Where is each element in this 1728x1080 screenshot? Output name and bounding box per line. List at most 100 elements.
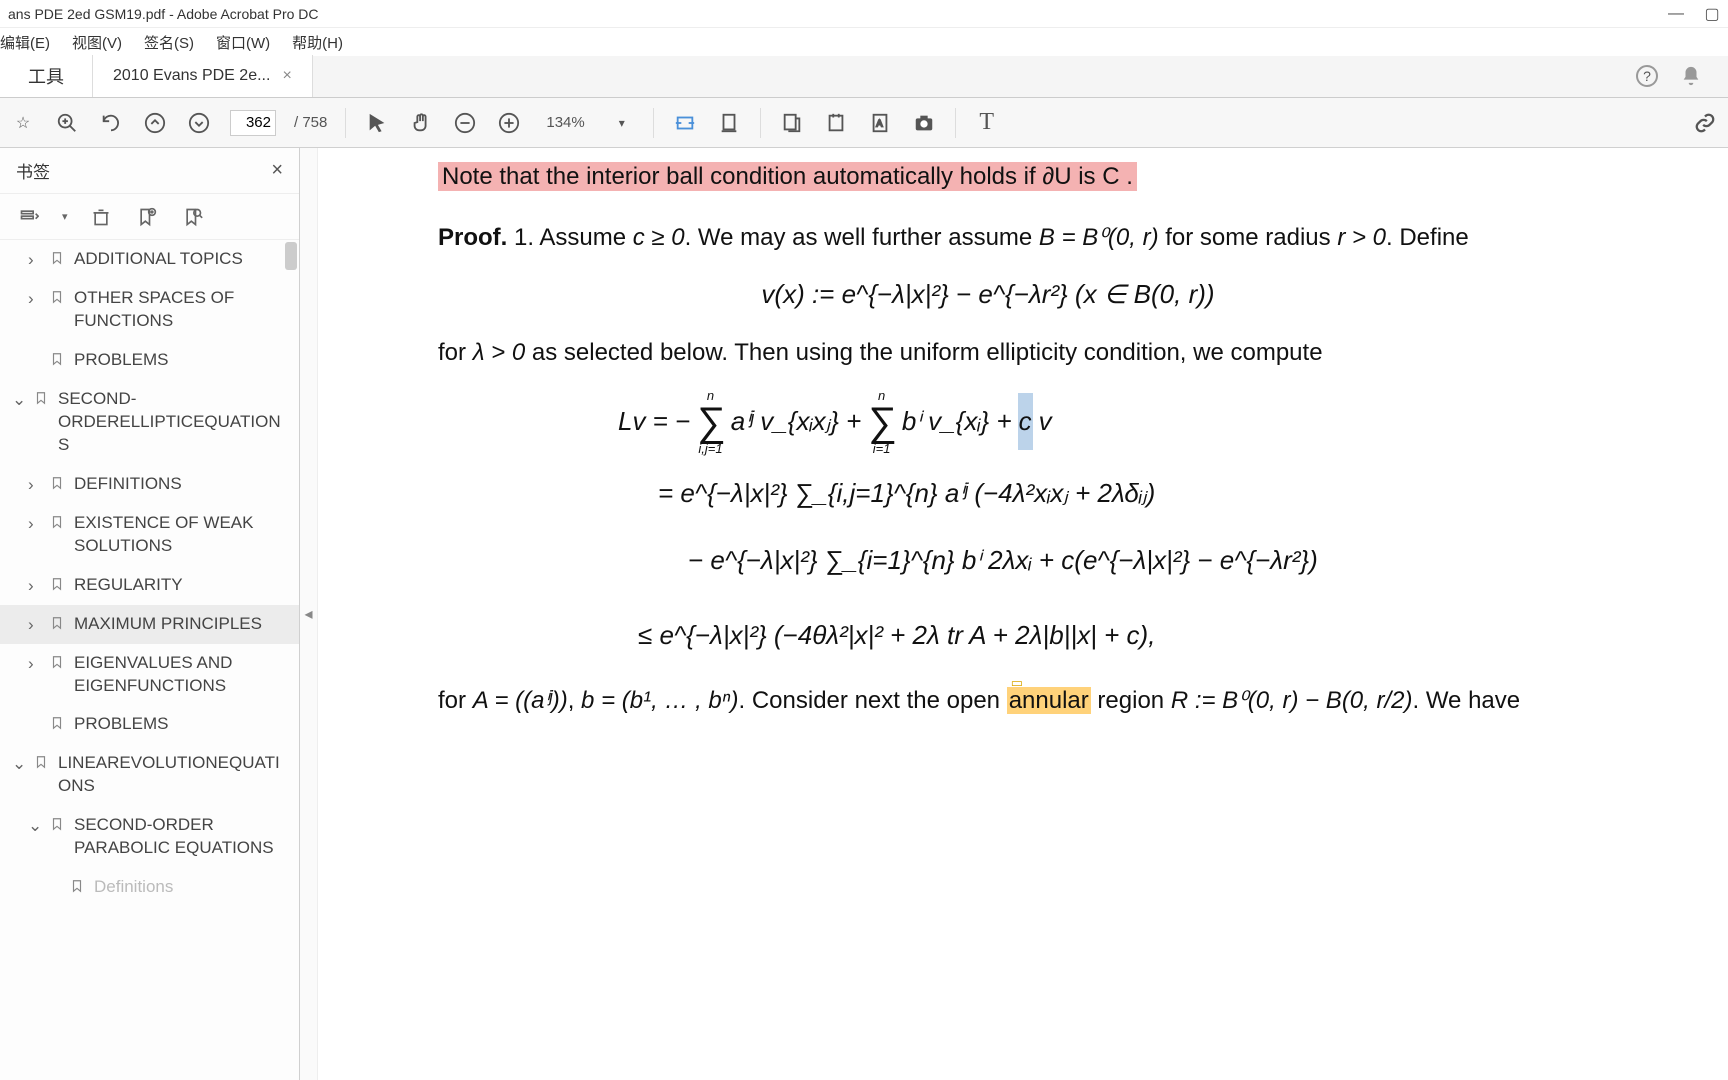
minimize-icon[interactable]: — bbox=[1668, 6, 1684, 22]
highlighted-text: Note that the interior ball condition au… bbox=[438, 162, 1137, 191]
bookmark-label: OTHER SPACES OF FUNCTIONS bbox=[74, 287, 289, 333]
bookmark-options-icon[interactable] bbox=[16, 204, 42, 230]
sidebar-close-icon[interactable]: × bbox=[271, 159, 283, 182]
find-bookmark-icon[interactable] bbox=[180, 204, 206, 230]
math-inline: = e^{−λ|x|²} ∑_{i,j=1}^{n} aⁱʲ (−4λ²xᵢxⱼ… bbox=[658, 465, 1538, 522]
fit-width-icon[interactable] bbox=[672, 110, 698, 136]
expand-arrow-icon[interactable]: › bbox=[28, 654, 42, 674]
window-titlebar: ans PDE 2ed GSM19.pdf - Adobe Acrobat Pr… bbox=[0, 0, 1728, 28]
delete-bookmark-icon[interactable] bbox=[88, 204, 114, 230]
math-inline: v bbox=[1039, 393, 1052, 450]
bookmark-icon bbox=[50, 289, 66, 310]
zoom-in-icon[interactable] bbox=[496, 110, 522, 136]
bookmark-item[interactable]: ⌄LINEAREVOLUTIONEQUATIONS bbox=[0, 744, 299, 806]
bookmark-item[interactable]: ⌄ SECOND-ORDER PARABOLIC EQUATIONS bbox=[0, 806, 299, 868]
zoom-out-icon[interactable] bbox=[452, 110, 478, 136]
paragraph: Proof. 1. Assume c ≥ 0. We may as well f… bbox=[438, 219, 1538, 256]
zoom-dropdown-icon[interactable]: ▾ bbox=[609, 110, 635, 136]
comment-note-icon[interactable]: ▭ bbox=[1011, 673, 1023, 693]
text: for some radius bbox=[1159, 224, 1338, 251]
bookmark-item[interactable]: ⌄ SECOND-ORDERELLIPTICEQUATIONS bbox=[0, 380, 299, 465]
bookmark-icon bbox=[50, 654, 66, 675]
bookmark-item[interactable]: › REGULARITY bbox=[0, 566, 299, 605]
star-icon[interactable]: ☆ bbox=[10, 110, 36, 136]
pdf-text-content: Note that the interior ball condition au… bbox=[438, 158, 1538, 720]
sidebar-header: 书签 × bbox=[0, 148, 299, 194]
page-number-input[interactable] bbox=[230, 110, 276, 136]
bookmark-icon bbox=[50, 816, 66, 837]
bookmark-icon bbox=[50, 475, 66, 496]
bookmark-tree[interactable]: ›ADDITIONAL TOPICS›OTHER SPACES OF FUNCT… bbox=[0, 240, 299, 1080]
bookmark-item[interactable]: ›DEFINITIONS bbox=[0, 465, 299, 504]
page-down-icon[interactable] bbox=[186, 110, 212, 136]
bookmark-item[interactable]: PROBLEMS bbox=[0, 341, 299, 380]
text: . Consider next the open bbox=[739, 687, 1007, 714]
bookmark-icon bbox=[50, 576, 66, 597]
edit-pdf-icon[interactable]: A bbox=[867, 110, 893, 136]
expand-arrow-icon[interactable]: ⌄ bbox=[28, 816, 42, 836]
scrollbar-thumb[interactable] bbox=[285, 242, 297, 270]
main-content-area: 书签 × ▾ ›ADDITIONAL TOPICS›OTHER SPACES O… bbox=[0, 148, 1728, 1080]
maximize-icon[interactable]: ▢ bbox=[1704, 6, 1720, 22]
math-inline: r > 0 bbox=[1337, 224, 1386, 251]
add-text-icon[interactable]: T bbox=[974, 110, 1000, 136]
tab-document[interactable]: 2010 Evans PDE 2e... × bbox=[93, 55, 313, 97]
export-pdf-icon[interactable] bbox=[779, 110, 805, 136]
bookmark-label: SECOND-ORDER PARABOLIC EQUATIONS bbox=[74, 814, 289, 860]
snapshot-icon[interactable] bbox=[911, 110, 937, 136]
proof-label: Proof. bbox=[438, 224, 507, 251]
svg-text:A: A bbox=[876, 118, 883, 128]
bookmark-item[interactable]: ›MAXIMUM PRINCIPLES bbox=[0, 605, 299, 644]
text: 1. Assume bbox=[507, 224, 632, 251]
expand-arrow-icon[interactable]: ⌄ bbox=[12, 390, 26, 410]
expand-arrow-icon[interactable]: › bbox=[28, 576, 42, 596]
text: . We may as well further assume bbox=[685, 224, 1039, 251]
expand-arrow-icon[interactable]: › bbox=[28, 475, 42, 495]
tab-close-icon[interactable]: × bbox=[282, 67, 291, 85]
menu-sign[interactable]: 签名(S) bbox=[144, 32, 194, 53]
math-inline: A = ((aⁱʲ)) bbox=[473, 687, 568, 714]
window-controls: — ▢ bbox=[1668, 6, 1720, 22]
menu-help[interactable]: 帮助(H) bbox=[292, 32, 343, 53]
selection-cursor-icon[interactable] bbox=[364, 110, 390, 136]
math-inline: R := B⁰(0, r) − B(0, r/2) bbox=[1171, 687, 1413, 714]
text: for bbox=[438, 339, 473, 366]
text: . We have bbox=[1413, 687, 1521, 714]
math-inline: bⁱ v_{xᵢ} + bbox=[902, 393, 1012, 450]
bookmark-icon bbox=[50, 351, 66, 372]
bookmark-icon bbox=[50, 250, 66, 271]
sidebar-collapse-handle[interactable]: ◂ bbox=[300, 148, 318, 1080]
bookmark-item[interactable]: ›EIGENVALUES AND EIGENFUNCTIONS bbox=[0, 644, 299, 706]
page-up-icon[interactable] bbox=[142, 110, 168, 136]
hand-pan-icon[interactable] bbox=[408, 110, 434, 136]
menu-view[interactable]: 视图(V) bbox=[72, 32, 122, 53]
toolbar-separator bbox=[653, 108, 654, 138]
share-link-icon[interactable] bbox=[1692, 110, 1718, 136]
help-icon[interactable]: ? bbox=[1636, 65, 1658, 87]
expand-arrow-icon[interactable]: › bbox=[28, 289, 42, 309]
zoom-tool-icon[interactable] bbox=[54, 110, 80, 136]
tab-home-tools[interactable]: 工具 bbox=[0, 55, 93, 97]
bookmark-item[interactable]: ›EXISTENCE OF WEAK SOLUTIONS bbox=[0, 504, 299, 566]
math-inline: − e^{−λ|x|²} ∑_{i=1}^{n} bⁱ 2λxᵢ + c(e^{… bbox=[688, 532, 1538, 589]
bookmark-item[interactable]: ›ADDITIONAL TOPICS bbox=[0, 240, 299, 279]
create-pdf-icon[interactable] bbox=[823, 110, 849, 136]
bookmark-item[interactable]: PROBLEMS bbox=[0, 705, 299, 744]
new-bookmark-icon[interactable] bbox=[134, 204, 160, 230]
bookmark-label: REGULARITY bbox=[74, 574, 289, 597]
bookmark-item[interactable]: Definitions bbox=[0, 868, 299, 907]
bookmark-item[interactable]: › OTHER SPACES OF FUNCTIONS bbox=[0, 279, 299, 341]
bookmark-label: SECOND-ORDERELLIPTICEQUATIONS bbox=[58, 388, 289, 457]
expand-arrow-icon[interactable]: › bbox=[28, 250, 42, 270]
notifications-icon[interactable] bbox=[1678, 63, 1704, 89]
undo-icon[interactable] bbox=[98, 110, 124, 136]
pdf-page-view[interactable]: Note that the interior ball condition au… bbox=[318, 148, 1728, 1080]
expand-arrow-icon[interactable]: › bbox=[28, 615, 42, 635]
fit-page-icon[interactable] bbox=[716, 110, 742, 136]
menu-edit[interactable]: 编辑(E) bbox=[0, 32, 50, 53]
bookmarks-sidebar: 书签 × ▾ ›ADDITIONAL TOPICS›OTHER SPACES O… bbox=[0, 148, 300, 1080]
expand-arrow-icon[interactable]: › bbox=[28, 514, 42, 534]
highlighted-annotation[interactable]: ▭annular bbox=[1007, 687, 1091, 714]
menu-window[interactable]: 窗口(W) bbox=[216, 32, 270, 53]
expand-arrow-icon[interactable]: ⌄ bbox=[12, 754, 26, 774]
